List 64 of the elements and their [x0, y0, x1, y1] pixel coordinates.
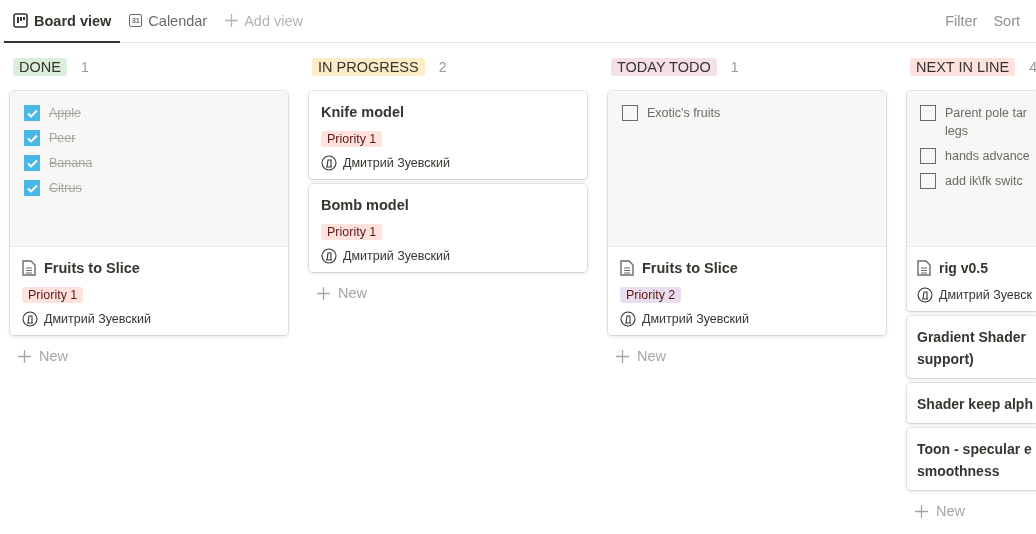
status-label: DONE: [13, 58, 67, 76]
checkbox[interactable]: [24, 105, 40, 121]
board-card[interactable]: Toon - specular e smoothness: [907, 428, 1036, 490]
person-name: Дмитрий Зуевский: [642, 312, 749, 326]
card-count: 1: [80, 59, 89, 75]
board-card[interactable]: Exotic's fruits Fruits to Slice Priority 2 Дмитрий Зуевский: [608, 91, 886, 335]
priority-tag: Priority 1: [22, 287, 84, 303]
board-icon: [13, 13, 28, 28]
board-card[interactable]: Apple Peer Banana Citrus Fruits to Slice Priority 1 Дмитрий Зуевский: [10, 91, 288, 335]
card-title: Toon - specular e smoothness: [917, 440, 1032, 481]
avatar-icon: [22, 311, 38, 327]
avatar-icon: [620, 311, 636, 327]
checklist-text: Apple: [49, 105, 81, 122]
checklist-text: add ik\fk switc: [945, 173, 1023, 190]
person-name: Дмитрий Зуевский: [343, 249, 450, 263]
card-title: rig v0.5: [939, 259, 989, 278]
checkbox[interactable]: [24, 155, 40, 171]
board-card[interactable]: Gradient Shader support): [907, 316, 1036, 378]
plus-icon: [225, 14, 239, 27]
card-title: Shader keep alph: [917, 395, 1033, 414]
checklist-text: Exotic's fruits: [647, 105, 721, 122]
board-card[interactable]: Bomb model Priority 1 Дмитрий Зуевский: [309, 184, 587, 272]
board-card[interactable]: Knife model Priority 1 Дмитрий Зуевский: [309, 91, 587, 179]
avatar-icon: [917, 287, 933, 303]
card-title: Knife model: [321, 103, 404, 122]
checklist-text: hands advance: [945, 148, 1030, 165]
card-title: Gradient Shader support): [917, 328, 1026, 369]
page-icon: [22, 260, 36, 276]
page-icon: [917, 260, 931, 276]
plus-icon: [317, 286, 330, 300]
checkbox[interactable]: [24, 180, 40, 196]
plus-icon: [915, 504, 928, 518]
status-label: NEXT IN LINE: [910, 58, 1016, 76]
card-title: Fruits to Slice: [44, 259, 140, 278]
avatar-icon: [321, 248, 337, 264]
card-count: 2: [438, 59, 447, 75]
card-title: Fruits to Slice: [642, 259, 738, 278]
checklist-text: Peer: [49, 130, 76, 147]
card-count: 4: [1029, 59, 1036, 75]
checkbox[interactable]: [920, 105, 936, 121]
checkbox[interactable]: [920, 173, 936, 189]
plus-icon: [616, 349, 629, 363]
avatar-icon: [321, 155, 337, 171]
board-card[interactable]: Parent pole tar legs hands advance add ik\fk switc rig v0.5 Дмитрий Зуевск: [907, 91, 1036, 311]
person-name: Дмитрий Зуевский: [44, 312, 151, 326]
card-title: Bomb model: [321, 196, 409, 215]
priority-tag: Priority 1: [321, 131, 383, 147]
checkbox[interactable]: [920, 148, 936, 164]
checklist-text: Parent pole tar legs: [945, 105, 1027, 140]
checkbox[interactable]: [622, 105, 638, 121]
page-icon: [620, 260, 634, 276]
checkbox[interactable]: [24, 130, 40, 146]
status-label: IN PROGRESS: [312, 58, 425, 76]
card-count: 1: [730, 59, 739, 75]
person-name: Дмитрий Зуевский: [343, 156, 450, 170]
status-label: TODAY TODO: [611, 58, 717, 76]
priority-tag: Priority 2: [620, 287, 682, 303]
plus-icon: [18, 349, 31, 363]
view-tab[interactable]: Board view: [4, 0, 121, 43]
board-card[interactable]: Shader keep alph: [907, 383, 1036, 423]
checklist-text: Citrus: [49, 180, 82, 197]
checklist-text: Banana: [49, 155, 93, 172]
person-name: Дмитрий Зуевск: [939, 288, 1032, 302]
priority-tag: Priority 1: [321, 224, 383, 240]
